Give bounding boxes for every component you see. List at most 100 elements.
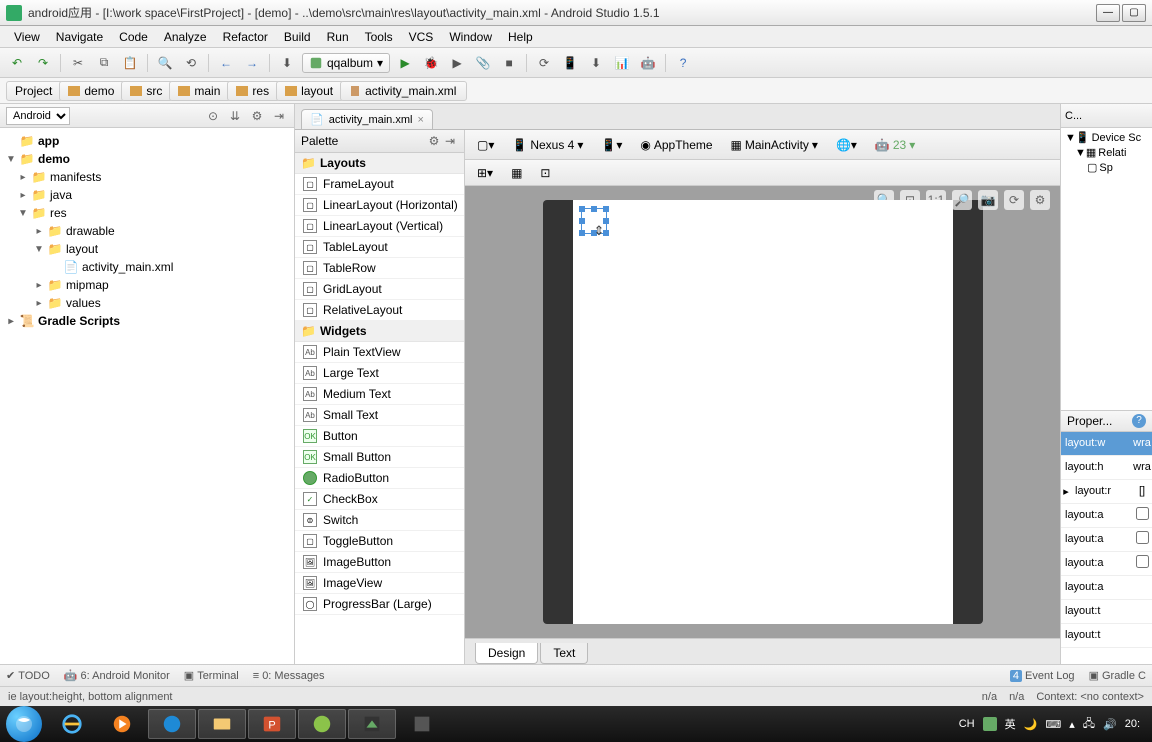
undo-button[interactable]: ↶ [6, 52, 28, 74]
tree-drawable[interactable]: ▸📁drawable [2, 222, 292, 240]
palette-imagebutton[interactable]: 🖼ImageButton [295, 552, 464, 573]
sdk-button[interactable]: ⬇ [585, 52, 607, 74]
prop-layout-t1[interactable]: layout:t [1061, 600, 1152, 624]
settings-design-icon[interactable]: ⚙ [1030, 190, 1050, 210]
tree-values[interactable]: ▸📁values [2, 294, 292, 312]
toggle-constraints[interactable]: ⊡ [534, 164, 556, 182]
tray-keyboard-icon[interactable]: ⌨ [1045, 718, 1061, 731]
properties-body[interactable]: layout:wwra layout:hwra ▸layout:r[] layo… [1061, 432, 1152, 665]
breadcrumb-layout[interactable]: layout [276, 81, 344, 101]
android-button[interactable]: 🤖 [637, 52, 659, 74]
breadcrumb-project[interactable]: Project [6, 81, 63, 101]
palette-relativelayout[interactable]: ▢RelativeLayout [295, 300, 464, 321]
maximize-button[interactable]: ▢ [1122, 4, 1146, 22]
task-app2[interactable] [348, 709, 396, 739]
tray-expand-icon[interactable]: ▴ [1069, 718, 1075, 731]
prop-layout-width[interactable]: layout:wwra [1061, 432, 1152, 456]
design-canvas[interactable]: 🔍 ⊡ 1:1 🔎 📷 ⟳ ⚙ [465, 186, 1060, 638]
tw-terminal[interactable]: ▣Terminal [184, 669, 239, 682]
device-dropdown[interactable]: 📱Nexus 4▾ [506, 136, 589, 154]
api-dropdown[interactable]: 🤖23▾ [869, 136, 921, 154]
replace-button[interactable]: ⟲ [180, 52, 202, 74]
menu-view[interactable]: View [6, 28, 48, 46]
tw-todo[interactable]: ✔TODO [6, 669, 50, 682]
menu-analyze[interactable]: Analyze [156, 28, 215, 46]
selected-widget[interactable]: ⇕ [581, 208, 607, 234]
refresh-icon[interactable]: ⟳ [1004, 190, 1024, 210]
avd-button[interactable]: 📱 [559, 52, 581, 74]
tray-network-icon[interactable]: 🖧 [1083, 715, 1095, 734]
tree-res[interactable]: ▼📁res [2, 204, 292, 222]
find-button[interactable]: 🔍 [154, 52, 176, 74]
nav-back-button[interactable]: ← [215, 52, 237, 74]
palette-framelayout[interactable]: ▢FrameLayout [295, 174, 464, 195]
project-tree[interactable]: 📁app ▼📁demo ▸📁manifests ▸📁java ▼📁res ▸📁d… [0, 128, 294, 664]
prop-layout-a4[interactable]: layout:a [1061, 576, 1152, 600]
palette-small-button[interactable]: OKSmall Button [295, 447, 464, 468]
palette-tablelayout[interactable]: ▢TableLayout [295, 237, 464, 258]
component-tree[interactable]: ▼📱Device Sc ▼▦Relati ▢Sp [1061, 128, 1152, 177]
redo-button[interactable]: ↷ [32, 52, 54, 74]
breadcrumb-demo[interactable]: demo [59, 81, 125, 101]
tw-gradle-console[interactable]: ▣Gradle C [1089, 669, 1146, 682]
tree-java[interactable]: ▸📁java [2, 186, 292, 204]
sync-button[interactable]: ⟳ [533, 52, 555, 74]
palette-button[interactable]: OKButton [295, 426, 464, 447]
phone-screen[interactable]: ⇕ [573, 200, 953, 624]
theme-dropdown[interactable]: ◉AppTheme [634, 136, 718, 154]
tray-sogou-icon[interactable] [983, 717, 997, 731]
prop-a2-checkbox[interactable] [1136, 531, 1149, 544]
palette-togglebutton[interactable]: ▢ToggleButton [295, 531, 464, 552]
task-wmp[interactable] [98, 709, 146, 739]
close-tab-icon[interactable]: × [417, 114, 423, 126]
prop-layout-a2[interactable]: layout:a [1061, 528, 1152, 552]
breadcrumb-file[interactable]: activity_main.xml [340, 81, 467, 101]
breadcrumb-main[interactable]: main [169, 81, 231, 101]
prop-layout-t2[interactable]: layout:t [1061, 624, 1152, 648]
palette-checkbox[interactable]: ✓CheckBox [295, 489, 464, 510]
run-button[interactable]: ▶ [394, 52, 416, 74]
tw-android-monitor[interactable]: 🤖6: Android Monitor [64, 669, 170, 682]
breadcrumb-res[interactable]: res [227, 81, 280, 101]
prop-a1-checkbox[interactable] [1136, 507, 1149, 520]
help-button[interactable]: ? [672, 52, 694, 74]
toggle-grid[interactable]: ▦ [505, 164, 528, 182]
nav-forward-button[interactable]: → [241, 52, 263, 74]
palette-large-text[interactable]: AbLarge Text [295, 363, 464, 384]
ctree-relative[interactable]: ▼▦Relati [1063, 145, 1150, 160]
menu-help[interactable]: Help [500, 28, 541, 46]
palette-linearlayout-h[interactable]: ▢LinearLayout (Horizontal) [295, 195, 464, 216]
palette-linearlayout-v[interactable]: ▢LinearLayout (Vertical) [295, 216, 464, 237]
orientation-dropdown[interactable]: 📱▾ [595, 136, 628, 154]
make-button[interactable]: ⬇ [276, 52, 298, 74]
minimize-button[interactable]: — [1096, 4, 1120, 22]
copy-button[interactable]: ⧉ [93, 52, 115, 74]
task-ie[interactable] [48, 709, 96, 739]
start-button[interactable] [6, 706, 42, 742]
tw-messages[interactable]: ≡0: Messages [253, 670, 325, 682]
paste-button[interactable]: 📋 [119, 52, 141, 74]
breadcrumb-src[interactable]: src [121, 81, 173, 101]
settings-icon[interactable]: ⚙ [248, 107, 266, 125]
activity-dropdown[interactable]: ▦MainActivity▾ [725, 136, 824, 154]
toggle-viewport[interactable]: ⊞▾ [471, 164, 499, 182]
palette-group-widgets[interactable]: 📁Widgets [295, 321, 464, 342]
menu-build[interactable]: Build [276, 28, 319, 46]
ctree-device[interactable]: ▼📱Device Sc [1063, 130, 1150, 145]
stop-button[interactable]: ■ [498, 52, 520, 74]
palette-small-text[interactable]: AbSmall Text [295, 405, 464, 426]
prop-layout-a3[interactable]: layout:a [1061, 552, 1152, 576]
run-with-coverage-button[interactable]: ▶ [446, 52, 468, 74]
tab-design[interactable]: Design [475, 643, 538, 664]
menu-tools[interactable]: Tools [357, 28, 401, 46]
tab-text[interactable]: Text [540, 643, 588, 664]
menu-code[interactable]: Code [111, 28, 156, 46]
menu-navigate[interactable]: Navigate [48, 28, 111, 46]
hide-panel-icon[interactable]: ⇥ [270, 107, 288, 125]
render-dropdown[interactable]: ▢▾ [471, 136, 500, 154]
menu-run[interactable]: Run [319, 28, 357, 46]
locale-dropdown[interactable]: 🌐▾ [830, 136, 863, 154]
tree-mipmap[interactable]: ▸📁mipmap [2, 276, 292, 294]
task-explorer[interactable] [198, 709, 246, 739]
task-powerpoint[interactable]: P [248, 709, 296, 739]
